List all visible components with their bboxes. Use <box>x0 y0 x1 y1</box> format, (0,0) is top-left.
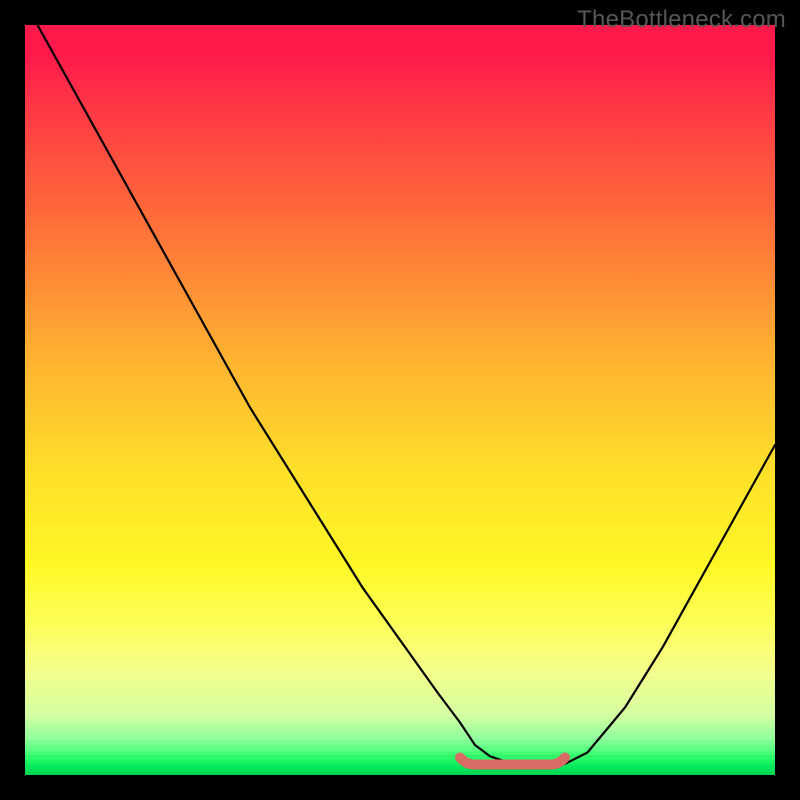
chart-svg <box>25 25 775 775</box>
chart-frame: TheBottleneck.com <box>0 0 800 800</box>
bottleneck-curve-line <box>25 3 775 767</box>
optimal-range-marker <box>460 758 565 765</box>
chart-plot-area <box>25 25 775 775</box>
watermark-text: TheBottleneck.com <box>577 6 786 34</box>
